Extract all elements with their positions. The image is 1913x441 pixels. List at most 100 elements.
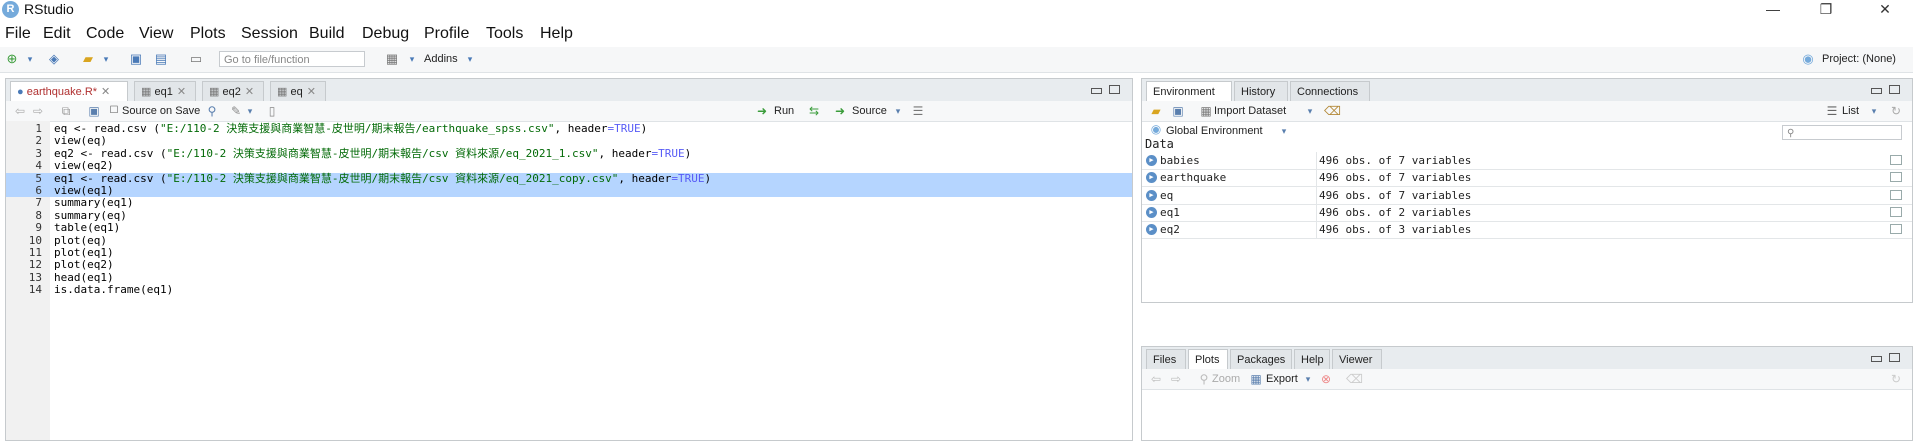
save-icon[interactable]: ▣ xyxy=(128,51,144,67)
code-line[interactable]: 1 eq <- read.csv ("E:/110-2 決策支援與商業智慧-皮世明… xyxy=(6,122,1132,135)
expand-arrow-icon[interactable]: ▶ xyxy=(1146,206,1157,218)
layout-dropdown-icon[interactable]: ▾ xyxy=(404,51,420,67)
menu-edit[interactable]: Edit xyxy=(43,25,71,43)
project-menu[interactable]: Project: (None) xyxy=(1822,53,1896,65)
tab-earthquake-r[interactable]: ● earthquake.R* ✕ xyxy=(10,81,128,102)
zoom-button[interactable]: Zoom xyxy=(1212,373,1240,385)
next-plot-icon[interactable]: ⇨ xyxy=(1168,371,1184,387)
expand-arrow-icon[interactable]: ▶ xyxy=(1146,189,1157,201)
minimize-pane-icon[interactable] xyxy=(1871,356,1882,362)
code-line[interactable]: 12 plot(eq2) xyxy=(6,258,1132,271)
refresh-icon[interactable]: ↻ xyxy=(1888,371,1904,387)
code-line[interactable]: 13 head(eq1) xyxy=(6,271,1132,284)
view-table-icon[interactable] xyxy=(1890,224,1902,235)
remove-plot-icon[interactable]: ⊗ xyxy=(1318,371,1334,387)
view-table-icon[interactable] xyxy=(1890,155,1902,165)
maximize-pane-icon[interactable] xyxy=(1889,85,1900,94)
tab-eq[interactable]: ▦ eq ✕ xyxy=(270,81,326,101)
save-all-icon[interactable]: ▤ xyxy=(153,51,169,67)
minimize-button[interactable]: — xyxy=(1753,0,1793,20)
export-dropdown-icon[interactable]: ▾ xyxy=(1300,371,1316,387)
goto-file-input[interactable]: Go to file/function xyxy=(219,51,365,67)
grid-layout-icon[interactable]: ▦ xyxy=(384,51,400,67)
open-recent-dropdown-icon[interactable]: ▾ xyxy=(98,51,114,67)
save-file-icon[interactable]: ▣ xyxy=(86,103,102,119)
env-row[interactable]: ▶ eq1 496 obs. of 2 variables xyxy=(1142,203,1912,222)
source-dropdown-icon[interactable]: ▾ xyxy=(890,103,906,119)
code-line[interactable]: 8 summary(eq) xyxy=(6,209,1132,222)
code-line[interactable]: 11 plot(eq1) xyxy=(6,246,1132,259)
import-dataset-button[interactable]: Import Dataset xyxy=(1214,105,1286,117)
rerun-icon[interactable]: ⇆ xyxy=(806,103,822,119)
tab-eq2[interactable]: ▦ eq2 ✕ xyxy=(202,81,264,101)
compile-report-icon[interactable]: ▯ xyxy=(264,103,280,119)
code-line[interactable]: 3 eq2 <- read.csv ("E:/110-2 決策支援與商業智慧-皮世… xyxy=(6,147,1132,160)
expand-arrow-icon[interactable]: ▶ xyxy=(1146,155,1157,166)
previous-plot-icon[interactable]: ⇦ xyxy=(1148,371,1164,387)
refresh-icon[interactable]: ↻ xyxy=(1888,103,1904,119)
tab-packages[interactable]: Packages xyxy=(1230,349,1292,369)
tab-connections[interactable]: Connections xyxy=(1290,81,1370,101)
menu-session[interactable]: Session xyxy=(241,25,298,43)
broom-icon[interactable]: ⌫ xyxy=(1324,103,1341,119)
open-file-icon[interactable]: ▰ xyxy=(80,51,96,67)
back-arrow-icon[interactable]: ⇦ xyxy=(12,103,28,119)
expand-arrow-icon[interactable]: ▶ xyxy=(1146,172,1157,184)
wand-dropdown-icon[interactable]: ▾ xyxy=(242,103,258,119)
list-dropdown-icon[interactable]: ▾ xyxy=(1866,103,1882,119)
env-row[interactable]: ▶ babies 496 obs. of 7 variables xyxy=(1142,152,1912,170)
code-editor[interactable]: 1 eq <- read.csv ("E:/110-2 決策支援與商業智慧-皮世明… xyxy=(6,121,1132,440)
close-tab-icon[interactable]: ✕ xyxy=(245,86,254,98)
env-row[interactable]: ▶ earthquake 496 obs. of 7 variables xyxy=(1142,169,1912,188)
tab-environment[interactable]: Environment xyxy=(1146,81,1232,102)
import-dropdown-icon[interactable]: ▾ xyxy=(1302,103,1318,119)
code-line[interactable]: 6 view(eq1) xyxy=(6,184,1132,198)
forward-arrow-icon[interactable]: ⇨ xyxy=(30,103,46,119)
tab-viewer[interactable]: Viewer xyxy=(1332,349,1382,369)
menu-file[interactable]: File xyxy=(5,25,31,43)
close-tab-icon[interactable]: ✕ xyxy=(307,86,316,98)
menu-plots[interactable]: Plots xyxy=(190,25,226,43)
clear-plots-broom-icon[interactable]: ⌫ xyxy=(1346,371,1363,387)
close-tab-icon[interactable]: ✕ xyxy=(177,86,186,98)
view-table-icon[interactable] xyxy=(1890,189,1902,200)
code-line[interactable]: 10 plot(eq) xyxy=(6,234,1132,247)
new-file-icon[interactable]: ⊕ xyxy=(4,51,20,67)
minimize-pane-icon[interactable] xyxy=(1091,88,1102,94)
menu-view[interactable]: View xyxy=(139,25,173,43)
code-line[interactable]: 5 eq1 <- read.csv ("E:/110-2 決策支援與商業智慧-皮世… xyxy=(6,172,1132,185)
maximize-pane-icon[interactable] xyxy=(1109,85,1120,94)
new-project-icon[interactable]: ◈ xyxy=(46,51,62,67)
env-row[interactable]: ▶ eq2 496 obs. of 3 variables xyxy=(1142,221,1912,240)
print-icon[interactable]: ▭ xyxy=(188,51,204,67)
menu-build[interactable]: Build xyxy=(309,25,345,43)
view-table-icon[interactable] xyxy=(1890,172,1902,183)
code-line[interactable]: 9 table(eq1) xyxy=(6,221,1132,234)
save-workspace-icon[interactable]: ▣ xyxy=(1170,103,1186,119)
tab-history[interactable]: History xyxy=(1234,81,1288,101)
tab-help[interactable]: Help xyxy=(1294,349,1330,369)
global-environment-menu[interactable]: Global Environment xyxy=(1166,125,1263,137)
menu-profile[interactable]: Profile xyxy=(424,25,469,43)
new-file-dropdown-icon[interactable]: ▾ xyxy=(22,51,38,67)
source-button[interactable]: Source xyxy=(852,105,887,117)
tab-plots[interactable]: Plots xyxy=(1188,349,1228,370)
close-button[interactable]: ✕ xyxy=(1865,0,1905,20)
close-tab-icon[interactable]: ✕ xyxy=(101,86,110,98)
show-in-window-icon[interactable]: ⧉ xyxy=(58,103,74,119)
tab-eq1[interactable]: ▦ eq1 ✕ xyxy=(134,81,196,101)
env-row[interactable]: ▶ eq 496 obs. of 7 variables xyxy=(1142,186,1912,205)
code-line[interactable]: 14 is.data.frame(eq1) xyxy=(6,283,1132,296)
run-button[interactable]: Run xyxy=(774,105,794,117)
maximize-button[interactable]: ❐ xyxy=(1806,0,1846,20)
tab-files[interactable]: Files xyxy=(1146,349,1186,369)
addins-dropdown-icon[interactable]: ▾ xyxy=(462,51,478,67)
source-on-save-checkbox[interactable]: ☐ xyxy=(106,103,122,119)
list-view-menu[interactable]: List xyxy=(1842,105,1859,117)
scope-dropdown-icon[interactable]: ▾ xyxy=(1276,123,1292,139)
export-button[interactable]: Export xyxy=(1266,373,1298,385)
load-workspace-icon[interactable]: ▰ xyxy=(1148,103,1164,119)
menu-tools[interactable]: Tools xyxy=(486,25,523,43)
addins-menu[interactable]: Addins xyxy=(424,53,458,65)
menu-debug[interactable]: Debug xyxy=(362,25,409,43)
